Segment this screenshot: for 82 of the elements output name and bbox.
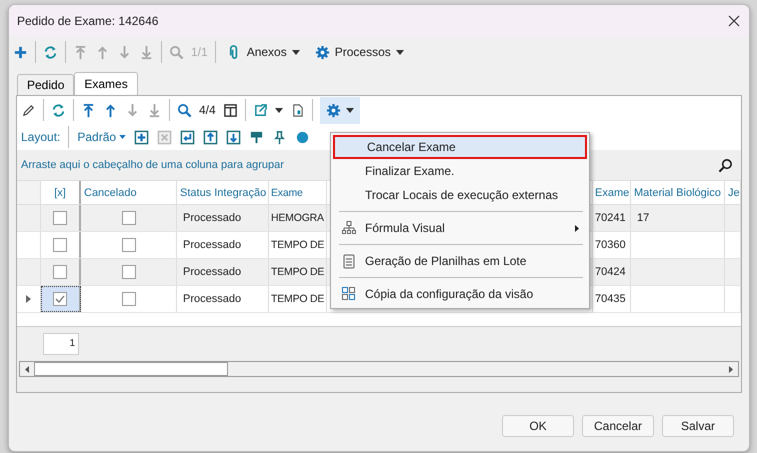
caret-icon — [119, 135, 126, 139]
last-record-icon[interactable] — [147, 102, 162, 118]
search-icon[interactable] — [718, 158, 733, 172]
caret-icon[interactable] — [274, 108, 283, 112]
menu-item[interactable]: Cancelar Exame — [333, 135, 587, 159]
tab[interactable]: Pedido — [17, 74, 74, 95]
checkbox[interactable] — [122, 265, 136, 279]
menu-item[interactable]: Fórmula Visual — [333, 216, 587, 240]
toolbar-menu-button[interactable]: Anexos — [222, 44, 304, 60]
menu-item[interactable]: Trocar Locais de execução externas — [333, 183, 587, 207]
column-header[interactable]: Material Biológico — [631, 181, 725, 204]
table-cell: TEMPO DE — [271, 239, 324, 251]
pin-icon[interactable] — [272, 130, 288, 144]
checkbox[interactable] — [53, 238, 67, 252]
table-cell: 70435 — [595, 293, 626, 305]
column-header[interactable]: Exame — [593, 181, 631, 204]
table-cell: 17 — [637, 212, 650, 224]
table-cell: Processado — [183, 239, 242, 251]
horizontal-scrollbar[interactable] — [19, 361, 739, 377]
toolbar-menu-button[interactable]: Processos — [310, 44, 408, 60]
close-icon — [728, 14, 740, 26]
record-counter: 1/1 — [191, 45, 208, 59]
checkbox[interactable] — [53, 211, 67, 225]
plus-icon[interactable] — [13, 44, 28, 60]
checkbox[interactable] — [122, 238, 136, 252]
table-cell: Processado — [183, 266, 242, 278]
table-cell: HEMOGRA — [271, 212, 324, 224]
down-arrow-icon[interactable] — [125, 102, 140, 118]
layout-label: Layout: — [21, 130, 60, 144]
up-arrow-icon[interactable] — [103, 102, 118, 118]
checkbox[interactable] — [53, 265, 67, 279]
gear-icon — [314, 44, 330, 60]
export-icon[interactable] — [252, 102, 268, 118]
current-row-icon — [26, 295, 31, 303]
table-cell: TEMPO DE — [271, 266, 324, 278]
dialog-button[interactable]: OK — [502, 415, 574, 437]
caret-icon — [346, 108, 354, 112]
dialog-button[interactable]: Salvar — [662, 415, 734, 437]
first-record-icon[interactable] — [81, 102, 96, 118]
caret-icon — [292, 50, 300, 54]
gear-dropdown-button[interactable] — [320, 96, 360, 124]
grid-icon — [342, 287, 356, 301]
upload-icon[interactable] — [203, 130, 218, 144]
brush-icon[interactable] — [249, 130, 264, 144]
spreadsheet-icon — [343, 253, 355, 269]
refresh-icon[interactable] — [43, 44, 58, 60]
submenu-arrow-icon — [575, 224, 579, 232]
table-cell: 70360 — [595, 239, 626, 251]
checkbox[interactable] — [53, 292, 67, 306]
pencil-icon[interactable] — [21, 102, 36, 118]
layout-dropdown[interactable]: Padrão — [77, 130, 126, 144]
table-cell: 70424 — [595, 266, 626, 278]
table-cell: 70241 — [595, 212, 626, 224]
add-layout-icon[interactable] — [134, 130, 150, 144]
columns-icon[interactable] — [222, 102, 238, 118]
table-cell: Processado — [183, 293, 242, 305]
caret-icon — [396, 50, 404, 54]
column-header[interactable]: Cancelado — [81, 181, 177, 204]
menu-item[interactable]: Geração de Planilhas em Lote — [333, 249, 587, 273]
checkbox[interactable] — [122, 292, 136, 306]
checkbox[interactable] — [122, 211, 136, 225]
group-panel-hint: Arraste aqui o cabeçalho de uma coluna para agrupar — [21, 159, 284, 171]
table-cell: TEMPO DE — [271, 293, 324, 305]
summary-field: 1 — [43, 333, 79, 355]
column-header[interactable]: Je — [725, 181, 741, 204]
menu-item[interactable]: Finalizar Exame. — [333, 159, 587, 183]
scroll-right-icon[interactable] — [729, 366, 733, 372]
scroll-left-icon[interactable] — [25, 366, 29, 372]
circle-icon[interactable] — [295, 130, 310, 144]
table-cell: Processado — [183, 212, 242, 224]
return-icon[interactable] — [180, 130, 196, 144]
tab[interactable]: Exames — [74, 72, 138, 95]
download-icon[interactable] — [226, 130, 242, 144]
dialog-button[interactable]: Cancelar — [582, 415, 654, 437]
record-counter: 4/4 — [199, 103, 216, 117]
column-header[interactable]: Exame — [269, 181, 327, 204]
window-title: Pedido de Exame: 142646 — [17, 14, 158, 28]
gear-icon — [326, 102, 341, 118]
column-header[interactable]: Status Integração — [177, 181, 269, 204]
menu-item[interactable]: Cópia da configuração da visão — [333, 282, 587, 306]
hierarchy-icon — [342, 221, 356, 235]
refresh-icon[interactable] — [51, 102, 66, 118]
